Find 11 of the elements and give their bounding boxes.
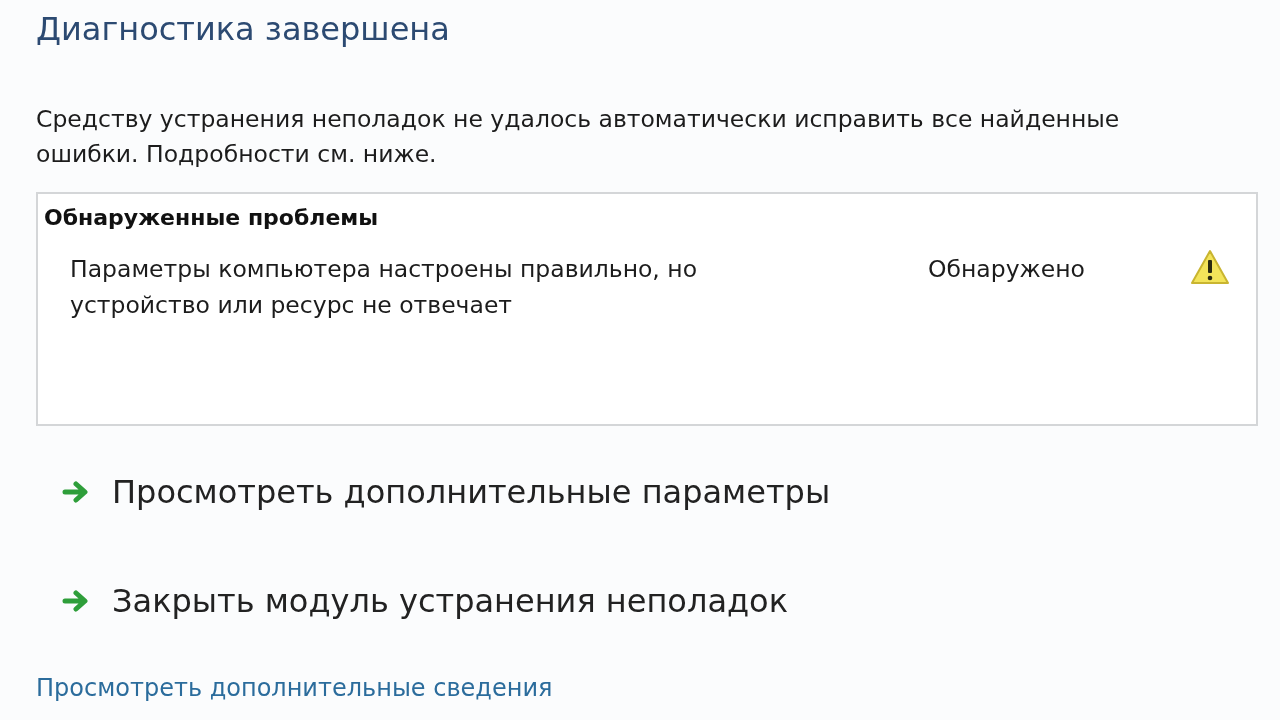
command-link[interactable]: Закрыть модуль устранения неполадок [62,581,788,621]
problems-heading: Обнаруженные проблемы [44,204,379,232]
command-link[interactable]: Просмотреть дополнительные параметры [62,472,831,512]
problem-status: Обнаружено [928,254,1085,285]
problem-description: Параметры компьютера настроены правильно, но устройство или ресурс не отвечает [70,254,699,321]
arrow-icon [62,590,90,612]
warning-icon [1190,249,1230,285]
details-link[interactable]: Просмотреть дополнительные сведения [36,673,553,703]
result-message: Средству устранения неполадок не удалось автоматически исправить все найденные ошибки. Подробности см. ниже. [36,104,1121,170]
page-title: Диагностика завершена [36,9,450,50]
arrow-icon [62,481,90,503]
